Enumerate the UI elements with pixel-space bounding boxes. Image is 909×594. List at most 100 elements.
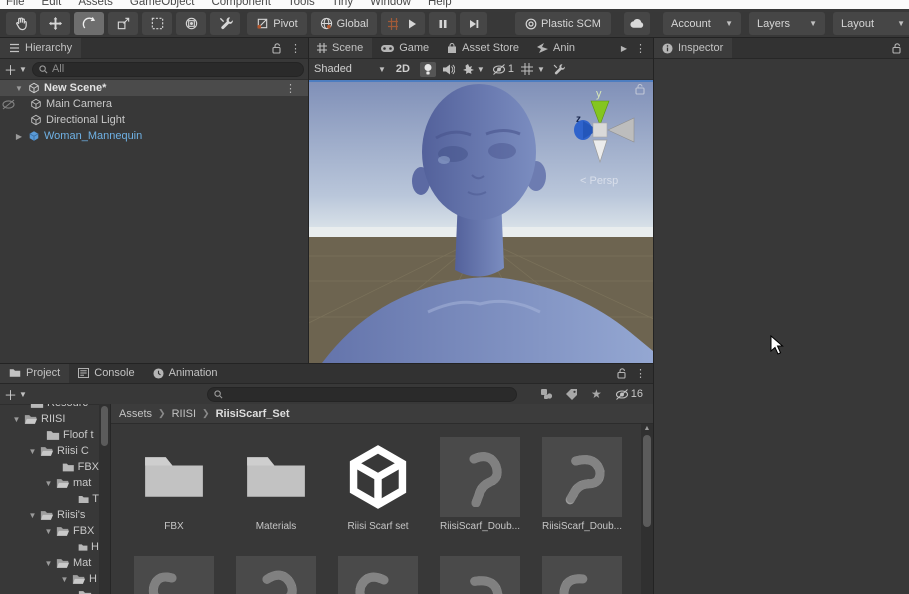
lock-icon[interactable] xyxy=(617,368,627,379)
asset-item-folder[interactable]: Materials xyxy=(233,437,319,532)
foldout-open-icon[interactable]: ▼ xyxy=(44,527,53,536)
global-toggle-button[interactable]: Global xyxy=(311,12,377,35)
kebab-menu-icon[interactable]: ⋮ xyxy=(635,367,646,380)
tab-hierarchy[interactable]: Hierarchy xyxy=(0,38,81,58)
step-button[interactable] xyxy=(460,12,487,35)
tree-item[interactable]: ▼ FBX xyxy=(0,523,99,539)
audio-toggle-icon[interactable] xyxy=(443,64,455,75)
cloud-button[interactable] xyxy=(624,12,650,35)
asset-item-scarf[interactable] xyxy=(335,556,421,594)
tree-item[interactable] xyxy=(0,587,99,594)
tree-item[interactable]: FBX xyxy=(0,459,99,475)
asset-visibility-toggle[interactable]: 16 xyxy=(615,388,643,400)
scroll-up-icon[interactable]: ▲ xyxy=(641,424,653,434)
breadcrumb-assets[interactable]: Assets xyxy=(119,408,152,420)
2d-toggle-button[interactable]: 2D xyxy=(393,63,413,75)
menu-tools[interactable]: Tools xyxy=(288,0,315,8)
tree-item[interactable]: H xyxy=(0,539,99,555)
asset-item-unity-asset[interactable]: Riisi Scarf set xyxy=(335,437,421,532)
asset-item-scarf[interactable] xyxy=(539,556,625,594)
panel-divider[interactable] xyxy=(653,38,654,594)
breadcrumb-riisi[interactable]: RIISI xyxy=(172,408,196,420)
menu-component[interactable]: Component xyxy=(211,0,270,8)
tab-scene[interactable]: Scene xyxy=(308,38,372,58)
create-add-button[interactable]: ＋▼ xyxy=(4,60,27,79)
foldout-open-icon[interactable]: ▼ xyxy=(60,575,69,584)
layout-dropdown[interactable]: Layout▼ xyxy=(833,12,909,35)
asset-item-scarf[interactable] xyxy=(131,556,217,594)
grid-visibility-dropdown[interactable]: ▼ xyxy=(521,63,545,75)
hand-tool-button[interactable] xyxy=(6,12,36,35)
tab-console[interactable]: Console xyxy=(69,363,143,383)
lock-icon[interactable] xyxy=(892,43,902,54)
favorites-star-icon[interactable]: ★ xyxy=(591,387,602,401)
kebab-menu-icon[interactable]: ⋮ xyxy=(635,42,646,55)
shading-dropdown[interactable]: Shaded ▼ xyxy=(314,63,386,75)
more-tabs-icon[interactable]: ▶ xyxy=(621,44,627,53)
tree-item[interactable]: T xyxy=(0,491,99,507)
kebab-menu-icon[interactable]: ⋮ xyxy=(290,42,301,55)
tree-item[interactable]: ▼ H xyxy=(0,571,99,587)
tab-game[interactable]: Game xyxy=(372,38,438,58)
account-dropdown[interactable]: Account▼ xyxy=(663,12,741,35)
tab-asset-store[interactable]: Asset Store xyxy=(438,38,528,58)
asset-item-scarf[interactable]: RiisiScarf_Doub... xyxy=(437,437,523,532)
rect-tool-button[interactable] xyxy=(142,12,172,35)
transform-tool-button[interactable] xyxy=(176,12,206,35)
scale-tool-button[interactable] xyxy=(108,12,138,35)
pause-button[interactable] xyxy=(429,12,456,35)
asset-item-folder[interactable]: FBX xyxy=(131,437,217,532)
asset-item-scarf[interactable]: RiisiScarf_Doub... xyxy=(539,437,625,532)
asset-item-scarf[interactable] xyxy=(437,556,523,594)
hierarchy-search-input[interactable]: All xyxy=(32,62,304,77)
menu-window[interactable]: Window xyxy=(370,0,411,8)
tree-item[interactable]: Floof t xyxy=(0,427,99,443)
menu-help[interactable]: Help xyxy=(428,0,452,8)
label-tag-icon[interactable] xyxy=(566,389,578,400)
menu-file[interactable]: File xyxy=(6,0,25,8)
menu-edit[interactable]: Edit xyxy=(42,0,62,8)
scene-viewport[interactable]: y z x < Persp xyxy=(308,80,653,363)
tab-inspector[interactable]: Inspector xyxy=(653,38,732,58)
scene-kebab-icon[interactable]: ⋮ xyxy=(285,82,308,95)
effects-dropdown[interactable]: ▼ xyxy=(462,64,485,75)
pivot-toggle-button[interactable]: Pivot xyxy=(247,12,307,35)
custom-tools-button[interactable] xyxy=(210,12,240,35)
layers-dropdown[interactable]: Layers▼ xyxy=(749,12,825,35)
asset-item-scarf[interactable] xyxy=(233,556,319,594)
hierarchy-row-mannequin[interactable]: ▶ Woman_Mannequin xyxy=(0,128,308,144)
hierarchy-row-light[interactable]: Directional Light xyxy=(0,112,308,128)
move-tool-button[interactable] xyxy=(40,12,70,35)
hierarchy-row-scene[interactable]: ▼ New Scene* ⋮ xyxy=(0,80,308,96)
foldout-open-icon[interactable]: ▼ xyxy=(28,447,37,456)
menu-tiny[interactable]: Tiny xyxy=(332,0,353,8)
tree-item[interactable]: ▼ RIISI xyxy=(0,411,99,427)
tab-project[interactable]: Project xyxy=(0,363,69,383)
tree-item[interactable]: Resourc xyxy=(0,404,99,411)
tree-scrollbar[interactable] xyxy=(99,404,110,594)
packages-visibility-icon[interactable] xyxy=(540,388,553,400)
foldout-open-icon[interactable]: ▼ xyxy=(44,479,53,488)
menu-assets[interactable]: Assets xyxy=(78,0,113,8)
tab-animation[interactable]: Animation xyxy=(144,363,227,383)
menu-gameobject[interactable]: GameObject xyxy=(130,0,195,8)
create-asset-button[interactable]: ＋▼ xyxy=(4,385,27,404)
grid-scrollbar[interactable]: ▲ xyxy=(641,424,653,594)
foldout-open-icon[interactable]: ▼ xyxy=(14,84,24,93)
rotate-tool-button[interactable] xyxy=(74,12,104,35)
breadcrumb-current[interactable]: RiisiScarf_Set xyxy=(216,408,290,420)
scene-visibility-toggle[interactable]: 1 xyxy=(492,63,514,75)
lock-icon[interactable] xyxy=(272,43,282,54)
foldout-open-icon[interactable]: ▼ xyxy=(44,559,53,568)
foldout-open-icon[interactable]: ▼ xyxy=(28,511,37,520)
panel-divider[interactable] xyxy=(0,363,653,364)
lighting-toggle-button[interactable] xyxy=(420,62,436,77)
foldout-open-icon[interactable]: ▼ xyxy=(12,415,21,424)
tab-animator[interactable]: Anin xyxy=(528,38,584,58)
tree-item[interactable]: ▼ Mat xyxy=(0,555,99,571)
tree-item[interactable]: ▼ Riisi's xyxy=(0,507,99,523)
foldout-closed-icon[interactable]: ▶ xyxy=(14,132,24,141)
play-button[interactable] xyxy=(398,12,425,35)
tree-item[interactable]: ▼ mat xyxy=(0,475,99,491)
project-search-input[interactable] xyxy=(207,387,517,402)
